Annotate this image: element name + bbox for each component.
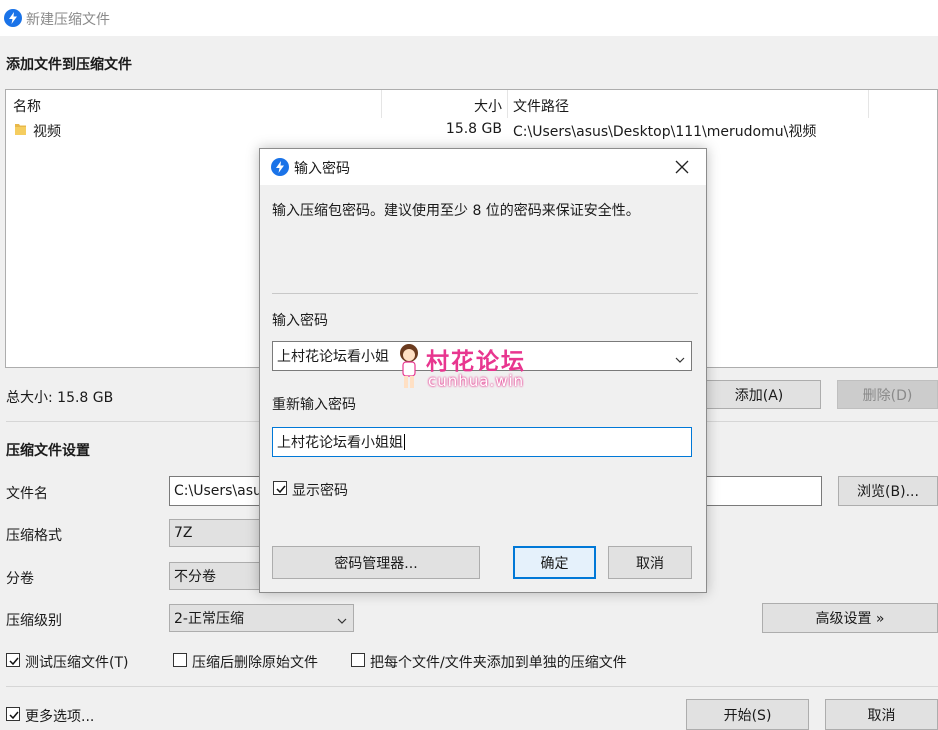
- column-divider[interactable]: [868, 90, 869, 118]
- password-manager-button[interactable]: 密码管理器...: [272, 546, 480, 579]
- chevron-down-icon: [337, 613, 347, 629]
- password-dialog: 输入密码 输入压缩包密码。建议使用至少 8 位的密码来保证安全性。 输入密码 上…: [259, 148, 707, 593]
- ok-button[interactable]: 确定: [513, 546, 596, 579]
- add-button[interactable]: 添加(A): [697, 380, 821, 409]
- delete-after-label[interactable]: 压缩后删除原始文件: [192, 652, 318, 672]
- split-label: 分卷: [6, 571, 34, 587]
- column-divider[interactable]: [507, 90, 508, 118]
- filename-label: 文件名: [6, 486, 48, 502]
- browse-button[interactable]: 浏览(B)...: [838, 476, 938, 506]
- split-select[interactable]: 不分卷: [169, 562, 265, 590]
- folder-icon: [14, 122, 27, 140]
- level-value: 2-正常压缩: [174, 611, 244, 627]
- more-options-checkbox[interactable]: [6, 707, 20, 721]
- file-name: 视频: [33, 124, 61, 140]
- settings-section-title: 压缩文件设置: [6, 443, 90, 459]
- reenter-password-field[interactable]: 上村花论坛看小姐姐: [272, 427, 692, 457]
- format-select[interactable]: 7Z: [169, 519, 265, 547]
- column-header-name[interactable]: 名称: [13, 96, 41, 116]
- dialog-titlebar: 输入密码: [260, 149, 706, 185]
- delete-after-checkbox[interactable]: [173, 653, 187, 667]
- file-size: 15.8 GB: [445, 121, 502, 137]
- table-row[interactable]: 视频 15.8 GB C:\Users\asus\Desktop\111\mer…: [6, 118, 937, 142]
- test-archive-checkbox[interactable]: [6, 653, 20, 667]
- add-section-title: 添加文件到压缩文件: [6, 57, 132, 73]
- reenter-label: 重新输入密码: [272, 397, 356, 413]
- separate-archives-label[interactable]: 把每个文件/文件夹添加到单独的压缩文件: [370, 652, 627, 672]
- text-cursor: [404, 434, 405, 450]
- cancel-button[interactable]: 取消: [825, 699, 938, 730]
- password-value: 上村花论坛看小姐: [277, 349, 389, 365]
- more-options-label[interactable]: 更多选项...: [25, 706, 94, 726]
- lightning-app-icon: [271, 158, 289, 176]
- show-password-checkbox[interactable]: [273, 481, 287, 495]
- column-header-path[interactable]: 文件路径: [513, 96, 569, 116]
- start-button[interactable]: 开始(S): [686, 699, 809, 730]
- chevron-down-icon[interactable]: [675, 352, 685, 368]
- file-path: C:\Users\asus\Desktop\111\merudomu\视频: [513, 124, 817, 140]
- dialog-description: 输入压缩包密码。建议使用至少 8 位的密码来保证安全性。: [272, 203, 640, 219]
- password-field[interactable]: 上村花论坛看小姐: [272, 341, 692, 371]
- column-header-size[interactable]: 大小: [382, 96, 502, 116]
- separate-archives-checkbox[interactable]: [351, 653, 365, 667]
- reenter-value: 上村花论坛看小姐姐: [277, 435, 403, 451]
- window-title: 新建压缩文件: [26, 12, 110, 28]
- lightning-app-icon: [4, 9, 22, 27]
- window-titlebar: 新建压缩文件: [0, 0, 938, 36]
- close-icon[interactable]: [672, 157, 692, 177]
- format-label: 压缩格式: [6, 528, 62, 544]
- total-size: 总大小: 15.8 GB: [6, 390, 114, 406]
- divider: [6, 686, 938, 687]
- test-archive-label[interactable]: 测试压缩文件(T): [25, 652, 128, 672]
- level-select[interactable]: 2-正常压缩: [169, 604, 354, 632]
- level-label: 压缩级别: [6, 613, 62, 629]
- dialog-title: 输入密码: [294, 161, 350, 177]
- advanced-settings-button[interactable]: 高级设置 »: [762, 603, 938, 633]
- dialog-cancel-button[interactable]: 取消: [608, 546, 692, 579]
- delete-button[interactable]: 删除(D): [837, 380, 938, 409]
- password-label: 输入密码: [272, 313, 328, 329]
- divider: [272, 293, 698, 294]
- show-password-label[interactable]: 显示密码: [292, 480, 348, 500]
